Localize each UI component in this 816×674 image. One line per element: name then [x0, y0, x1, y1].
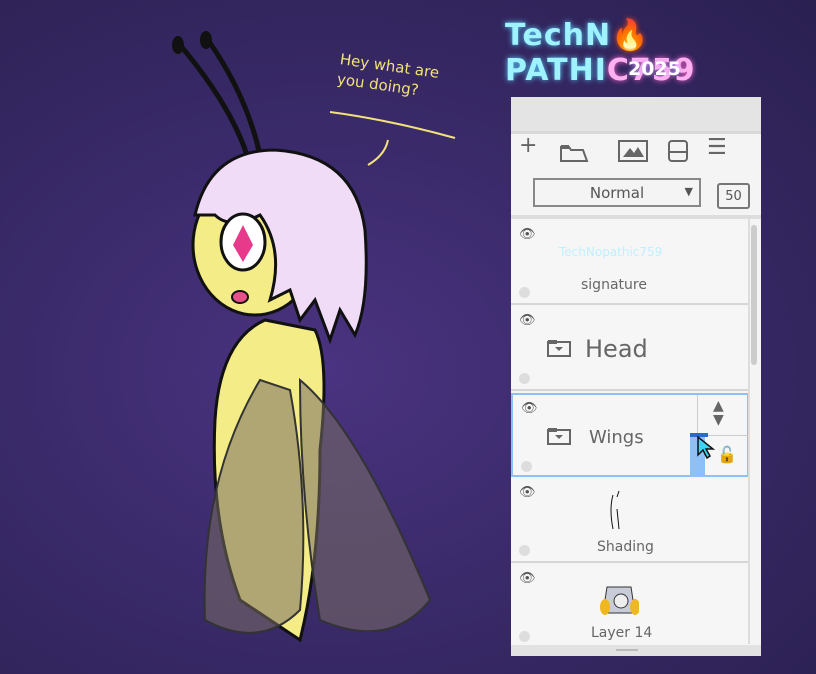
eye-icon[interactable]: 👁 [519, 313, 536, 328]
reorder-icon[interactable]: ▲ ▼ [713, 399, 724, 427]
layer-item-head[interactable]: 👁 Head [511, 307, 749, 391]
scroll-track [748, 219, 750, 644]
folder-icon [547, 428, 571, 445]
layer-dot [519, 631, 530, 642]
logo-year: 2025 [628, 58, 681, 80]
layer-item-shading[interactable]: 👁 Shading [511, 479, 749, 563]
eye-icon[interactable]: 👁 [519, 227, 536, 242]
merge-layer-icon[interactable] [667, 139, 689, 163]
add-layer-button[interactable]: + [519, 133, 537, 158]
layer-item-wings[interactable]: 👁 Wings ▲ ▼ 🔓 [511, 393, 749, 477]
panel-header [511, 97, 761, 134]
layer-dot [521, 461, 532, 472]
unlock-icon[interactable]: 🔓 [717, 445, 737, 464]
layer-name: Shading [597, 539, 654, 555]
add-folder-icon[interactable] [559, 143, 589, 163]
layers-panel: + ☰ Normal ▼ 50 👁 TechNopathic759 signatu… [511, 97, 761, 656]
blend-mode-value: Normal [589, 183, 645, 202]
image-layer-icon[interactable] [617, 139, 649, 163]
scrollbar[interactable] [751, 225, 757, 365]
blend-mode-dropdown[interactable]: Normal ▼ [533, 178, 701, 207]
layer-name: Wings [589, 427, 644, 448]
layer-dot [519, 287, 530, 298]
layer-item-signature[interactable]: 👁 TechNopathic759 signature [511, 221, 749, 305]
eye-icon[interactable]: 👁 [521, 401, 538, 416]
layer-dot [519, 373, 530, 384]
layer-thumbnail [610, 490, 620, 530]
layer-item-layer-14[interactable]: 👁 Layer 14 [511, 565, 749, 649]
eye-icon[interactable]: 👁 [519, 571, 536, 586]
layer-dot [519, 545, 530, 556]
folder-icon [547, 340, 571, 357]
divider [511, 215, 761, 219]
layer-thumbnail: TechNopathic759 [559, 245, 663, 259]
opacity-field[interactable]: 50 [717, 183, 750, 209]
dropdown-arrow-icon: ▼ [684, 185, 693, 198]
layer-thumbnail [600, 586, 639, 615]
eye-icon[interactable]: 👁 [519, 485, 536, 500]
layer-name: Head [585, 335, 648, 363]
cursor-icon [697, 435, 716, 460]
panel-menu-button[interactable]: ☰ [707, 135, 727, 160]
panel-resize-handle[interactable] [511, 645, 761, 656]
layer-name: signature [581, 277, 647, 293]
layer-name: Layer 14 [591, 625, 653, 641]
